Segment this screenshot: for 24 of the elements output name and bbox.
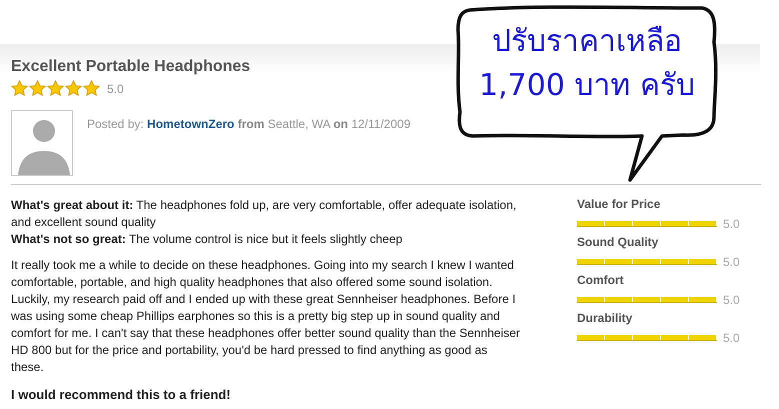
review-body: It really took me a while to decide on these headphones. Going into my search I knew I wanted comfortable, portable, and high quality headphones that also offered some sound isolation. Luckily, my research paid off and I ended up with these great Sennheiser headphones. Before I was using some cheap Phillips earphones so this is a pretty big step up in sound quality and comfort for me. I can't say that these headphones offer better sound quality than the Sennheiser HD 800 but for the price and portability, you'd be hard pressed to find anything as good as these. <box>11 257 522 376</box>
recommendation-text: I would recommend this to a friend! <box>11 386 232 403</box>
rating-value: 5.0 <box>723 217 740 231</box>
rating-value: 5.0 <box>723 331 740 345</box>
score-text: 5.0 <box>107 82 124 96</box>
rating-label: Sound Quality <box>577 235 660 249</box>
star-icon <box>11 80 28 97</box>
callout-text: ปรับราคาเหลือ <box>492 23 682 61</box>
avatar-silhouette-icon <box>11 110 73 176</box>
pros-text: What's great about it: The headphones fold up, are very comfortable, offer adequate isolation, and excellent sound quality <box>11 197 518 231</box>
star-icon <box>83 80 100 97</box>
callout-text: 1,700 บาท ครับ <box>479 67 695 105</box>
posted-by-line: Posted by: HometownZero from Seattle, WA on 12/11/2009 <box>87 117 411 133</box>
star-icon <box>29 80 46 97</box>
rating-label: Value for Price <box>577 197 662 211</box>
rating-value: 5.0 <box>723 255 740 269</box>
rating-label: Comfort <box>577 273 625 287</box>
star-icon <box>65 80 82 97</box>
author-link[interactable]: HometownZero <box>147 117 234 131</box>
star-icon <box>47 80 64 97</box>
rating-label: Durability <box>577 311 634 325</box>
review-title: Excellent Portable Headphones <box>11 58 252 76</box>
cons-text: What's not so great: The volume control is nice but it feels slightly cheep <box>11 231 404 248</box>
rating-value: 5.0 <box>723 293 740 307</box>
